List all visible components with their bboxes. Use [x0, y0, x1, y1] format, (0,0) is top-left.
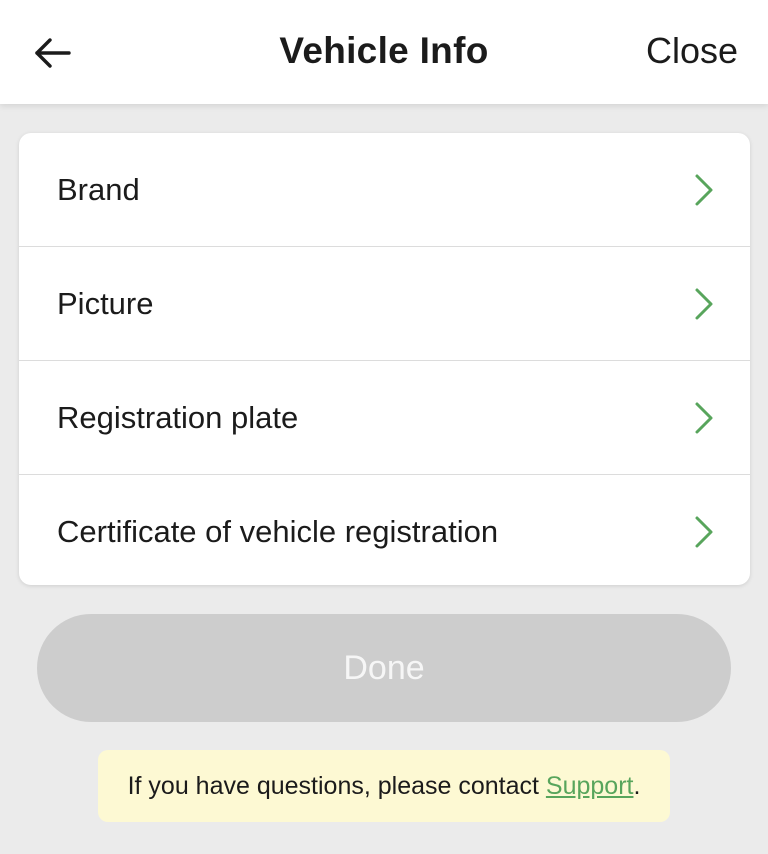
support-notice: If you have questions, please contact Su… [98, 750, 670, 822]
menu-item-registration-plate[interactable]: Registration plate [19, 360, 750, 474]
menu-item-registration-certificate[interactable]: Certificate of vehicle registration [19, 474, 750, 585]
chevron-right-icon [695, 174, 713, 205]
app-header: Vehicle Info Close [0, 0, 768, 104]
close-button[interactable]: Close [646, 30, 738, 72]
menu-item-picture[interactable]: Picture [19, 246, 750, 360]
menu-item-label: Picture [57, 285, 154, 321]
menu-item-label: Registration plate [57, 399, 299, 435]
menu-item-label: Certificate of vehicle registration [57, 513, 499, 549]
chevron-right-icon [695, 402, 713, 433]
chevron-right-icon [695, 516, 713, 547]
support-link[interactable]: Support [546, 772, 634, 801]
vehicle-info-menu: Brand Picture Registration plate Certifi… [19, 133, 750, 585]
done-button[interactable]: Done [37, 614, 731, 722]
menu-item-brand[interactable]: Brand [19, 133, 750, 246]
notice-period: . [633, 771, 641, 800]
notice-text: If you have questions, please contact [127, 771, 546, 800]
menu-item-label: Brand [57, 171, 140, 207]
chevron-right-icon [695, 288, 713, 319]
